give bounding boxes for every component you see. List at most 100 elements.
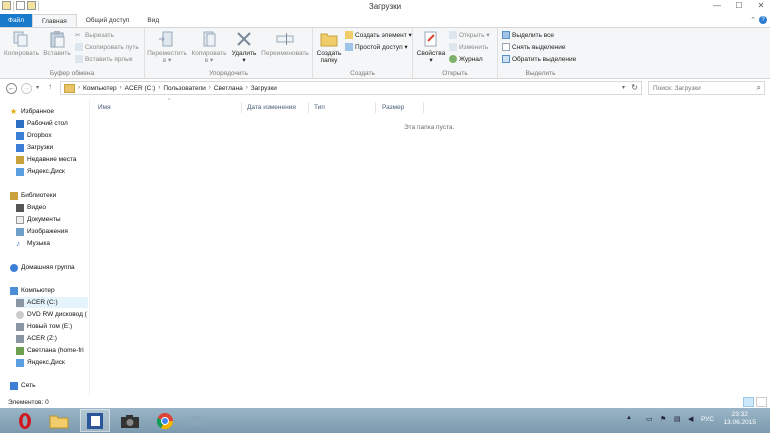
select-group: Выделить все Снять выделение Обратить вы… <box>498 28 583 78</box>
breadcrumb-acer-c[interactable]: ACER (C:) <box>122 85 159 92</box>
chevron-up-icon[interactable]: ⌃ <box>750 16 756 24</box>
invert-selection-button[interactable]: Обратить выделение <box>502 55 576 63</box>
open-button[interactable]: Открыть ▾ <box>449 31 490 39</box>
recent-locations-button[interactable]: ▾ <box>36 84 39 91</box>
word-button[interactable] <box>80 409 110 432</box>
easy-access-button[interactable]: Простой доступ ▾ <box>345 43 408 51</box>
forward-button[interactable]: → <box>21 83 32 94</box>
minimize-button[interactable]: — <box>710 0 724 12</box>
breadcrumb-svetlana[interactable]: Светлана <box>211 85 246 92</box>
search-input[interactable] <box>649 82 749 94</box>
nav-network-drive[interactable]: Светлана (home-fri <box>16 345 88 356</box>
computer-icon <box>10 286 18 295</box>
opera-button[interactable] <box>10 409 40 432</box>
chrome-button[interactable] <box>150 409 180 432</box>
cut-button[interactable]: ✂ Вырезать <box>75 31 114 40</box>
folder-icon <box>64 83 75 93</box>
up-button[interactable]: ↑ <box>48 82 52 91</box>
breadcrumb-users[interactable]: Пользователи <box>160 85 208 92</box>
file-explorer-button[interactable] <box>44 409 74 432</box>
search-icon[interactable]: ⌕ <box>757 83 761 93</box>
tab-view[interactable]: Вид <box>138 14 168 27</box>
details-view-button[interactable] <box>743 397 754 407</box>
search-box[interactable]: ⌕ <box>648 81 765 95</box>
large-icons-view-button[interactable] <box>756 397 767 407</box>
nav-computer[interactable]: Компьютер <box>10 285 82 296</box>
invert-selection-icon <box>502 55 510 63</box>
help-icon[interactable]: ? <box>759 16 767 24</box>
address-bar[interactable]: › Компьютер › ACER (C:) › Пользователи ›… <box>60 81 642 95</box>
paste-shortcut-button[interactable]: Вставить ярлык <box>75 55 133 63</box>
nav-homegroup[interactable]: Домашняя группа <box>10 262 82 273</box>
nav-video[interactable]: Видео <box>16 202 88 213</box>
column-size[interactable]: Размер <box>376 102 424 113</box>
organize-group-label: Упорядочить <box>209 70 248 77</box>
copy-path-button[interactable]: Скопировать путь <box>75 43 139 51</box>
file-list[interactable]: ^ Имя Дата изменения Тип Размер Эта папк… <box>92 98 770 396</box>
music-icon: ♪ <box>16 238 20 248</box>
column-type[interactable]: Тип <box>308 102 376 113</box>
nav-favorites[interactable]: ★ Избранное <box>10 106 82 117</box>
paste-button[interactable]: Вставить <box>40 30 74 57</box>
tab-file[interactable]: Файл <box>0 14 32 27</box>
nav-downloads[interactable]: Загрузки <box>16 142 88 153</box>
nav-yandex-disk[interactable]: Яндекс.Диск <box>16 166 88 177</box>
copy-to-icon <box>203 31 216 47</box>
nav-documents[interactable]: Документы <box>16 214 88 225</box>
properties-button[interactable]: Свойства ▾ <box>415 30 447 64</box>
new-folder-button[interactable]: Создать папку <box>315 30 343 64</box>
select-all-button[interactable]: Выделить все <box>502 31 554 39</box>
column-date-modified[interactable]: Дата изменения <box>241 102 309 113</box>
flag-icon[interactable]: ⚑ <box>660 415 666 423</box>
nav-images[interactable]: Изображения <box>16 226 88 237</box>
nav-dropbox[interactable]: Dropbox <box>16 130 88 141</box>
network-icon[interactable]: ▤ <box>674 415 681 423</box>
breadcrumb-downloads[interactable]: Загрузки <box>248 85 280 92</box>
tab-share[interactable]: Общий доступ <box>77 14 139 27</box>
history-button[interactable]: Журнал <box>449 55 483 63</box>
copy-to-button[interactable]: Копировать в ▾ <box>189 30 229 64</box>
nav-recent[interactable]: Недавние места <box>16 154 88 165</box>
network-icon <box>10 381 18 390</box>
nav-yandex-disk-2[interactable]: Яндекс.Диск <box>16 357 88 368</box>
volume-icon[interactable]: ◀ <box>688 415 693 423</box>
nav-music[interactable]: ♪ Музыка <box>16 238 88 249</box>
nav-drive-c[interactable]: ACER (C:) <box>16 297 88 308</box>
back-button[interactable]: ← <box>6 83 17 94</box>
taskbar-item[interactable] <box>185 409 207 432</box>
maximize-button[interactable]: ☐ <box>732 0 746 12</box>
nav-desktop[interactable]: Рабочий стол <box>16 118 88 129</box>
nav-drive-e[interactable]: Новый том (E:) <box>16 321 88 332</box>
refresh-icon[interactable]: ↻ <box>631 83 638 92</box>
app-icon <box>191 415 201 426</box>
chevron-down-icon[interactable]: ▾ <box>622 84 625 91</box>
breadcrumb-computer[interactable]: Компьютер <box>80 85 120 92</box>
open-group-label: Открыть <box>442 70 468 77</box>
copy-button[interactable]: Копировать <box>4 30 39 57</box>
opera-icon <box>19 412 31 429</box>
paste-icon <box>50 31 65 48</box>
rename-button[interactable]: Переименовать <box>259 30 311 57</box>
navigation-bar: ← → ▾ ↑ › Компьютер › ACER (C:) › Пользо… <box>0 80 770 97</box>
move-to-button[interactable]: Переместить в ▾ <box>147 30 187 64</box>
nav-libraries[interactable]: Библиотеки <box>10 190 82 201</box>
images-icon <box>16 227 24 236</box>
chevron-up-icon[interactable]: ▲ <box>626 415 632 421</box>
delete-button[interactable]: Удалить ▾ <box>229 30 259 64</box>
title-bar: Загрузки — ☐ ✕ <box>0 0 770 14</box>
nav-drive-z[interactable]: ACER (Z:) <box>16 333 88 344</box>
history-icon <box>449 55 457 63</box>
tab-home[interactable]: Главная <box>31 14 77 27</box>
nav-network[interactable]: Сеть <box>10 380 82 391</box>
select-none-button[interactable]: Снять выделение <box>502 43 566 51</box>
column-name[interactable]: Имя <box>92 102 242 113</box>
battery-icon[interactable]: ▭ <box>646 415 653 423</box>
navigation-pane[interactable]: ★ Избранное Рабочий стол Dropbox Загрузк… <box>0 99 90 396</box>
edit-button[interactable]: Изменить <box>449 43 488 51</box>
clock[interactable]: 23:32 13.06.2015 <box>723 411 756 427</box>
close-button[interactable]: ✕ <box>754 0 768 12</box>
nav-dvd-drive[interactable]: DVD RW дисковод ( <box>16 309 88 320</box>
language-indicator[interactable]: РУС <box>701 416 714 423</box>
camera-app-button[interactable] <box>115 409 145 432</box>
new-item-button[interactable]: Создать элемент ▾ <box>345 31 412 39</box>
